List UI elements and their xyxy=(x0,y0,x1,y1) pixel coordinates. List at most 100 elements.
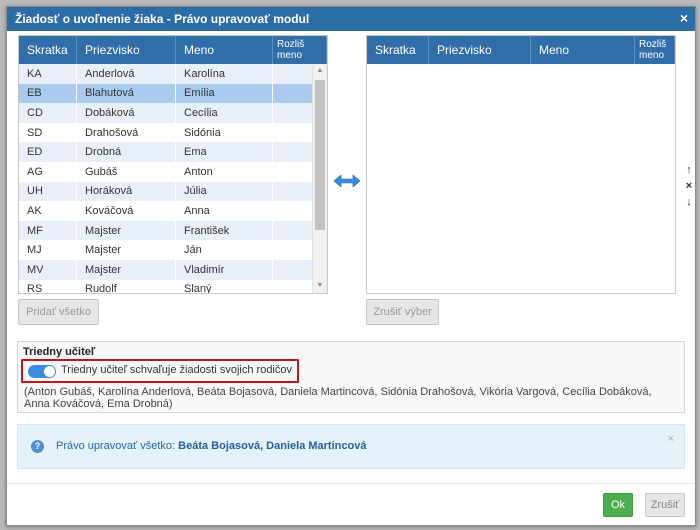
dialog-titlebar: Žiadosť o uvoľnenie žiaka - Právo upravo… xyxy=(7,7,695,31)
column-header-meno[interactable]: Meno xyxy=(176,36,273,64)
available-list-body: KA Anderlová Karolína EB Blahutová Emília CD Do… xyxy=(19,64,327,293)
cell-rozlis-meno xyxy=(273,220,313,241)
cell-meno: František xyxy=(176,220,273,241)
cell-rozlis-meno xyxy=(273,83,313,104)
scroll-up-icon[interactable]: ▲ xyxy=(313,64,327,78)
cell-priezvisko: Drobná xyxy=(77,142,176,162)
cell-skratka: ED xyxy=(19,142,77,162)
cell-skratka: MF xyxy=(19,220,77,241)
toggle-knob xyxy=(44,366,55,377)
cell-priezvisko: Dobáková xyxy=(77,103,176,123)
cancel-button[interactable]: Zrušiť xyxy=(645,493,685,517)
cell-meno: Anton xyxy=(176,161,273,182)
remove-icon[interactable]: × xyxy=(683,178,695,194)
info-close-icon[interactable]: × xyxy=(668,433,674,445)
table-row[interactable]: KA Anderlová Karolína xyxy=(19,64,327,84)
cell-skratka: SD xyxy=(19,122,77,143)
cell-priezvisko: Majster xyxy=(77,259,176,280)
table-row[interactable]: MV Majster Vladimír xyxy=(19,259,327,280)
cell-meno: Ema xyxy=(176,142,273,162)
cell-skratka: MV xyxy=(19,259,77,280)
cell-skratka: UH xyxy=(19,181,77,202)
cell-rozlis-meno xyxy=(273,279,313,293)
transfer-arrows-icon[interactable] xyxy=(332,173,362,189)
table-row[interactable]: MF Majster František xyxy=(19,220,327,241)
cell-meno: Sidónia xyxy=(176,122,273,143)
cell-rozlis-meno xyxy=(273,259,313,280)
table-row[interactable]: EB Blahutová Emília xyxy=(19,83,327,104)
cell-skratka: RS xyxy=(19,279,77,293)
cell-skratka: CD xyxy=(19,103,77,123)
cell-skratka: MJ xyxy=(19,240,77,260)
table-row[interactable]: MJ Majster Ján xyxy=(19,240,327,260)
move-down-icon[interactable]: ↓ xyxy=(683,194,695,210)
scroll-down-icon[interactable]: ▼ xyxy=(313,279,327,293)
cell-meno: Emília xyxy=(176,83,273,104)
cell-rozlis-meno xyxy=(273,240,313,260)
add-all-button[interactable]: Pridať všetko xyxy=(18,299,99,325)
cell-rozlis-meno xyxy=(273,201,313,221)
cell-priezvisko: Kováčová xyxy=(77,201,176,221)
column-header-rozlis-meno[interactable]: Rozliš meno xyxy=(635,36,675,64)
class-teacher-toggle[interactable] xyxy=(28,365,56,378)
available-list: Skratka Priezvisko Meno Rozliš meno KA An… xyxy=(18,35,328,294)
order-controls: ↑ × ↓ xyxy=(683,162,695,210)
dialog: Žiadosť o uvoľnenie žiaka - Právo upravo… xyxy=(6,6,696,526)
class-teacher-legend: Triedny učiteľ xyxy=(23,346,96,358)
cell-skratka: AK xyxy=(19,201,77,221)
move-up-icon[interactable]: ↑ xyxy=(683,162,695,178)
column-header-priezvisko[interactable]: Priezvisko xyxy=(77,36,176,64)
table-row[interactable]: AK Kováčová Anna xyxy=(19,201,327,221)
clear-selection-button[interactable]: Zrušiť výber xyxy=(366,299,439,325)
cell-meno: Cecília xyxy=(176,103,273,123)
table-row[interactable]: CD Dobáková Cecília xyxy=(19,103,327,123)
selected-list: Skratka Priezvisko Meno Rozliš meno xyxy=(366,35,676,294)
cell-skratka: KA xyxy=(19,64,77,84)
close-icon[interactable]: × xyxy=(676,9,692,27)
cell-meno: Júlia xyxy=(176,181,273,202)
column-header-meno[interactable]: Meno xyxy=(531,36,635,64)
table-row[interactable]: ED Drobná Ema xyxy=(19,142,327,162)
dialog-title: Žiadosť o uvoľnenie žiaka - Právo upravo… xyxy=(15,12,310,26)
cell-skratka: AG xyxy=(19,161,77,182)
table-row[interactable]: SD Drahošová Sidónia xyxy=(19,122,327,143)
cell-meno: Slaný xyxy=(176,279,273,293)
table-row[interactable]: AG Gubáš Anton xyxy=(19,161,327,182)
cell-priezvisko: Anderlová xyxy=(77,64,176,84)
cell-meno: Vladimír xyxy=(176,259,273,280)
info-prefix: Právo upravovať všetko: xyxy=(56,440,176,452)
ok-button[interactable]: Ok xyxy=(603,493,633,517)
cell-priezvisko: Rudolf xyxy=(77,279,176,293)
available-list-header: Skratka Priezvisko Meno Rozliš meno xyxy=(19,36,327,64)
table-row[interactable]: RS Rudolf Slaný xyxy=(19,279,327,293)
scrollbar-thumb[interactable] xyxy=(315,80,325,230)
column-header-priezvisko[interactable]: Priezvisko xyxy=(429,36,531,64)
cell-meno: Karolína xyxy=(176,64,273,84)
cell-rozlis-meno xyxy=(273,142,313,162)
column-header-skratka[interactable]: Skratka xyxy=(367,36,429,64)
class-teacher-names: (Anton Gubáš, Karolína Anderlová, Beáta … xyxy=(24,386,652,410)
cell-meno: Anna xyxy=(176,201,273,221)
cell-skratka: EB xyxy=(19,83,77,104)
cell-meno: Ján xyxy=(176,240,273,260)
toggle-highlight-box: Triedny učiteľ schvaľuje žiadosti svojic… xyxy=(21,359,299,383)
cell-rozlis-meno xyxy=(273,103,313,123)
cell-priezvisko: Gubáš xyxy=(77,161,176,182)
class-teacher-section: Triedny učiteľ Triedny učiteľ schvaľuje … xyxy=(17,341,685,413)
column-header-rozlis-meno[interactable]: Rozliš meno xyxy=(273,36,327,64)
selected-list-header: Skratka Priezvisko Meno Rozliš meno xyxy=(367,36,675,64)
vertical-scrollbar[interactable]: ▲ ▼ xyxy=(312,64,327,293)
info-names: Beáta Bojasová, Daniela Martincová xyxy=(178,440,367,452)
cell-priezvisko: Majster xyxy=(77,220,176,241)
cell-priezvisko: Drahošová xyxy=(77,122,176,143)
cell-priezvisko: Horáková xyxy=(77,181,176,202)
question-icon: ? xyxy=(31,440,44,453)
table-row[interactable]: UH Horáková Júlia xyxy=(19,181,327,202)
info-text: Právo upravovať všetko: Beáta Bojasová, … xyxy=(56,440,366,452)
column-header-skratka[interactable]: Skratka xyxy=(19,36,77,64)
cell-rozlis-meno xyxy=(273,64,313,84)
class-teacher-toggle-label: Triedny učiteľ schvaľuje žiadosti svojic… xyxy=(61,364,292,376)
cell-rozlis-meno xyxy=(273,181,313,202)
cell-rozlis-meno xyxy=(273,161,313,182)
dialog-footer-divider xyxy=(7,483,695,484)
